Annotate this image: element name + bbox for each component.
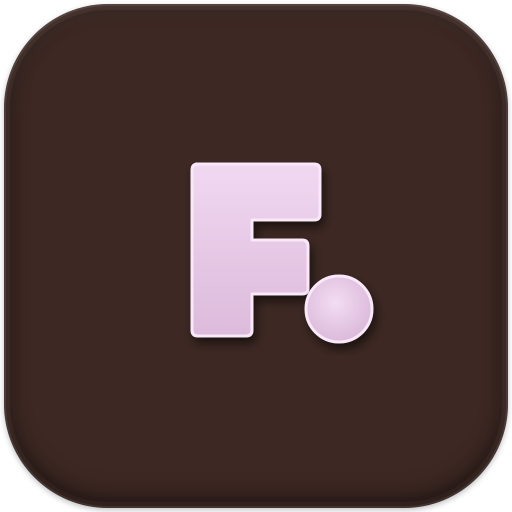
letter-f-with-dot-icon [190, 162, 374, 344]
dot-shape [304, 274, 374, 344]
letter-f-shape [190, 162, 322, 338]
app-icon [0, 0, 512, 512]
